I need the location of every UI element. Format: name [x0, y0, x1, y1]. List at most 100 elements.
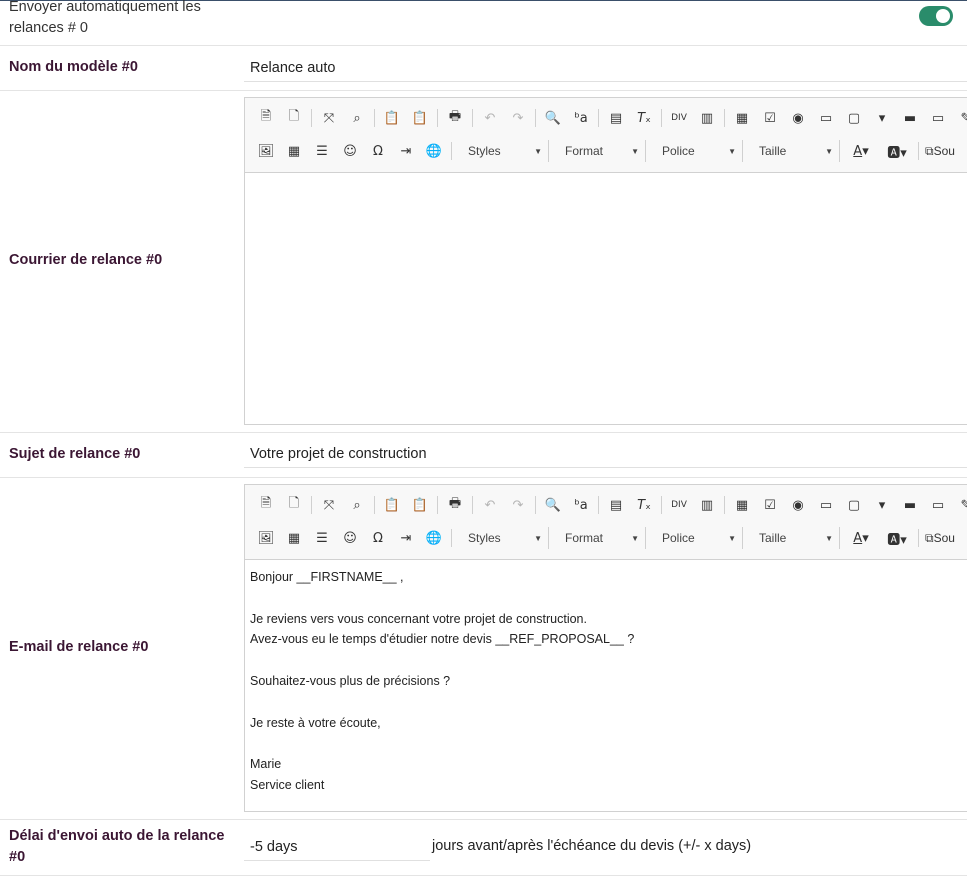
separator [374, 109, 375, 127]
iframe-icon[interactable]: ▥ [696, 107, 718, 129]
preview-icon[interactable]: 🗋 [283, 107, 305, 129]
form-icon[interactable]: ▦ [731, 107, 753, 129]
email-content-area[interactable]: Bonjour __FIRSTNAME__ , Je reviens vers … [245, 561, 967, 811]
smiley-icon[interactable]: ☺ [339, 527, 361, 549]
auto-send-toggle[interactable] [919, 6, 953, 26]
source-button[interactable]: ⧉ Sou [925, 531, 955, 546]
print-icon[interactable]: 🖶 [444, 107, 466, 129]
button-icon[interactable]: ▬ [899, 107, 921, 129]
checkbox-icon[interactable]: ☑ [759, 494, 781, 516]
letter-content-area[interactable] [245, 174, 967, 424]
separator [535, 109, 536, 127]
paste-word-icon[interactable]: 📋 [409, 107, 431, 129]
create-div-icon[interactable]: DIV [668, 107, 690, 129]
text-field-icon[interactable]: ▭ [815, 494, 837, 516]
font-combo[interactable]: Police ▼ [652, 140, 743, 162]
select-icon[interactable]: ▾ [871, 494, 893, 516]
email-line [250, 733, 967, 754]
special-char-icon[interactable]: Ω [367, 140, 389, 162]
size-combo[interactable]: Taille ▼ [749, 527, 840, 549]
email-line: Service client [250, 777, 325, 792]
delay-input[interactable] [244, 833, 430, 861]
preview-icon[interactable]: 🗋 [283, 494, 305, 516]
redo-icon[interactable]: ↷ [507, 494, 529, 516]
print-icon[interactable]: 🖶 [444, 494, 466, 516]
format-combo[interactable]: Format ▼ [555, 140, 646, 162]
toolbar-row-1: 🗎 🗋 ⤧ ⌕ 📋 📋 🖶 ↶ ↷ 🔍 ᵇa ▤ Tₓ DIV ▥ ▦ ☑ ◉ … [255, 104, 967, 132]
hidden-field-icon[interactable]: ✎ [955, 494, 967, 516]
maximize-icon[interactable]: ⤧ [318, 494, 340, 516]
button-icon[interactable]: ▬ [899, 494, 921, 516]
separator [437, 109, 438, 127]
row-email: E-mail de relance #0 🗎 🗋 ⤧ ⌕ 📋 📋 🖶 ↶ ↷ 🔍… [0, 478, 967, 820]
radio-icon[interactable]: ◉ [787, 494, 809, 516]
toolbar-row-2: 🖼 ▦ ☰ ☺ Ω ⇥ 🌐 Styles ▼ Format ▼ Police ▼ Ta… [255, 524, 961, 552]
textarea-icon[interactable]: ▢ [843, 107, 865, 129]
create-div-icon[interactable]: DIV [668, 494, 690, 516]
bg-color-icon[interactable]: 🅰▾ [882, 527, 912, 549]
undo-icon[interactable]: ↶ [479, 494, 501, 516]
text-color-icon[interactable]: A ▾ [846, 140, 876, 162]
radio-icon[interactable]: ◉ [787, 107, 809, 129]
subject-input[interactable] [244, 441, 967, 468]
size-combo[interactable]: Taille ▼ [749, 140, 840, 162]
separator [311, 496, 312, 514]
image-icon[interactable]: 🖼 [255, 527, 277, 549]
remove-format-icon[interactable]: Tₓ [633, 107, 655, 129]
undo-icon[interactable]: ↶ [479, 107, 501, 129]
format-combo[interactable]: Format ▼ [555, 527, 646, 549]
iframe-icon[interactable]: ▥ [696, 494, 718, 516]
select-all-icon[interactable]: ▤ [605, 107, 627, 129]
email-line: Bonjour __FIRSTNAME__ , [250, 570, 404, 584]
replace-icon[interactable]: ᵇa [570, 494, 592, 516]
toolbar-row-1: 🗎 🗋 ⤧ ⌕ 📋 📋 🖶 ↶ ↷ 🔍 ᵇa ▤ Tₓ DIV ▥ ▦ ☑ ◉ … [255, 491, 967, 519]
replace-icon[interactable]: ᵇa [570, 107, 592, 129]
page-break-icon[interactable]: ⇥ [395, 140, 417, 162]
text-field-icon[interactable]: ▭ [815, 107, 837, 129]
select-icon[interactable]: ▾ [871, 107, 893, 129]
image-button-icon[interactable]: ▭ [927, 107, 949, 129]
email-editor: 🗎 🗋 ⤧ ⌕ 📋 📋 🖶 ↶ ↷ 🔍 ᵇa ▤ Tₓ DIV ▥ ▦ ☑ ◉ … [244, 484, 967, 812]
form-icon[interactable]: ▦ [731, 494, 753, 516]
styles-combo[interactable]: Styles ▼ [458, 140, 549, 162]
image-button-icon[interactable]: ▭ [927, 494, 949, 516]
page-break-icon[interactable]: ⇥ [395, 527, 417, 549]
table-icon[interactable]: ▦ [283, 140, 305, 162]
email-line: Souhaitez-vous plus de précisions ? [250, 673, 451, 688]
maximize-icon[interactable]: ⤧ [318, 107, 340, 129]
special-char-icon[interactable]: Ω [367, 527, 389, 549]
show-blocks-icon[interactable]: ⌕ [346, 107, 368, 129]
link-icon[interactable]: 🌐 [423, 140, 445, 162]
image-icon[interactable]: 🖼 [255, 140, 277, 162]
email-line [250, 588, 967, 609]
chevron-down-icon: ▼ [728, 146, 736, 156]
horizontal-rule-icon[interactable]: ☰ [311, 140, 333, 162]
separator [598, 109, 599, 127]
delay-suffix: jours avant/après l'échéance du devis (+… [432, 838, 752, 854]
horizontal-rule-icon[interactable]: ☰ [311, 527, 333, 549]
paste-word-icon[interactable]: 📋 [409, 494, 431, 516]
new-page-icon[interactable]: 🗎 [255, 494, 277, 516]
redo-icon[interactable]: ↷ [507, 107, 529, 129]
show-blocks-icon[interactable]: ⌕ [346, 494, 368, 516]
model-name-input[interactable] [244, 55, 967, 82]
hidden-field-icon[interactable]: ✎ [955, 107, 967, 129]
smiley-icon[interactable]: ☺ [339, 140, 361, 162]
checkbox-icon[interactable]: ☑ [759, 107, 781, 129]
bg-color-icon[interactable]: 🅰▾ [882, 140, 912, 162]
text-color-icon[interactable]: A ▾ [846, 527, 876, 549]
paste-icon[interactable]: 📋 [381, 494, 403, 516]
new-page-icon[interactable]: 🗎 [255, 107, 277, 129]
email-toolbar: 🗎 🗋 ⤧ ⌕ 📋 📋 🖶 ↶ ↷ 🔍 ᵇa ▤ Tₓ DIV ▥ ▦ ☑ ◉ … [245, 485, 967, 560]
font-combo[interactable]: Police ▼ [652, 527, 743, 549]
table-icon[interactable]: ▦ [283, 527, 305, 549]
paste-icon[interactable]: 📋 [381, 107, 403, 129]
find-icon[interactable]: 🔍 [542, 107, 564, 129]
source-button[interactable]: ⧉ Sou [925, 144, 955, 159]
styles-combo[interactable]: Styles ▼ [458, 527, 549, 549]
select-all-icon[interactable]: ▤ [605, 494, 627, 516]
textarea-icon[interactable]: ▢ [843, 494, 865, 516]
link-icon[interactable]: 🌐 [423, 527, 445, 549]
find-icon[interactable]: 🔍 [542, 494, 564, 516]
remove-format-icon[interactable]: Tₓ [633, 494, 655, 516]
